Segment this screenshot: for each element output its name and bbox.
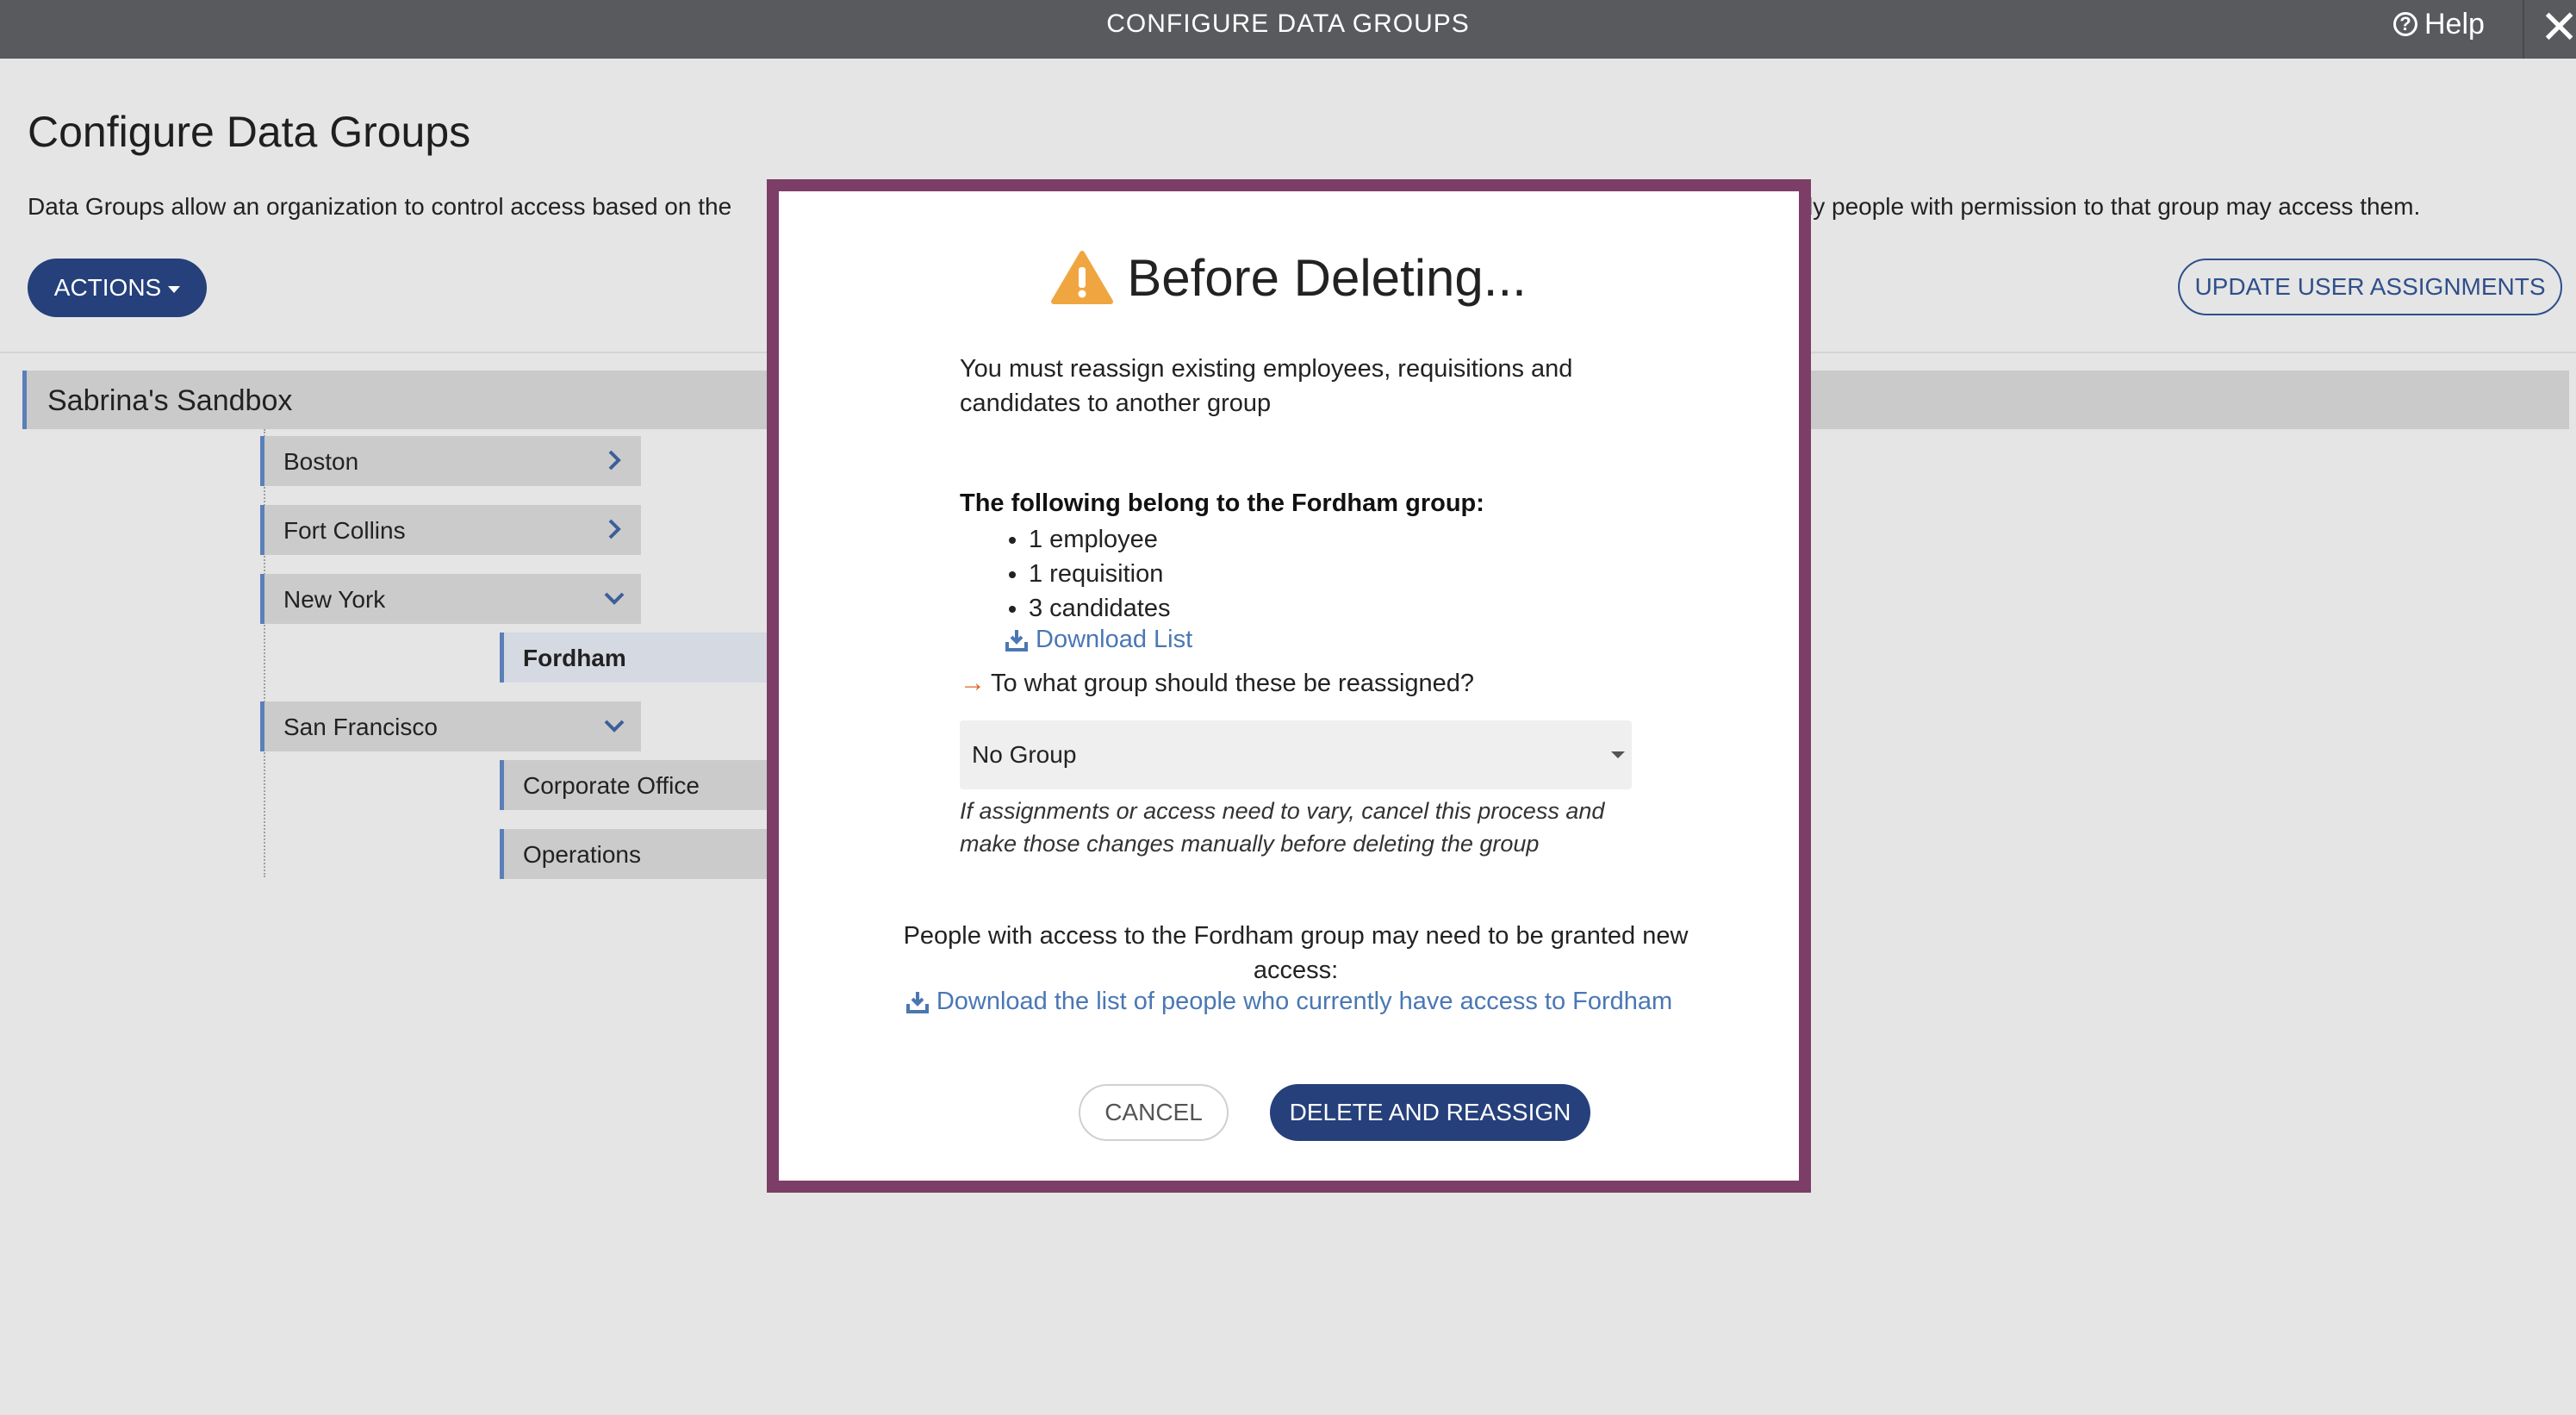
tree-node-san-francisco[interactable]: San Francisco — [260, 701, 641, 751]
chevron-down-icon[interactable] — [601, 710, 627, 741]
dropdown-caret-icon — [1611, 751, 1625, 758]
tree-node-operations[interactable]: Operations — [500, 829, 775, 879]
caret-down-icon — [168, 286, 181, 293]
page-title: Configure Data Groups — [28, 108, 471, 156]
delete-and-reassign-button[interactable]: DELETE AND REASSIGN — [1270, 1084, 1590, 1141]
chevron-down-icon[interactable] — [601, 583, 627, 614]
tree-node-boston[interactable]: Boston — [260, 436, 641, 486]
tree-node-label: Fort Collins — [283, 517, 406, 544]
intro-text-end: ly people with permission to that group … — [1808, 193, 2421, 220]
tree-node-label: Boston — [283, 448, 359, 475]
delete-dialog: Before Deleting... You must reassign exi… — [767, 179, 1811, 1193]
tree-node-label: New York — [283, 586, 386, 613]
group-select-value: No Group — [972, 741, 1077, 768]
download-icon — [1005, 629, 1028, 651]
topbar-divider — [2523, 0, 2524, 59]
warning-icon — [1051, 251, 1114, 304]
reassign-question: → To what group should these be reassign… — [960, 669, 1474, 698]
tree-root-label: Sabrina's Sandbox — [47, 384, 293, 417]
intro-text-start: Data Groups allow an organization to con… — [28, 193, 732, 220]
update-user-assignments-button[interactable]: UPDATE USER ASSIGNMENTS — [2178, 259, 2562, 315]
tree-node-fordham[interactable]: Fordham — [500, 633, 775, 683]
help-link[interactable]: ? Help — [2393, 7, 2485, 41]
tree-node-label: Corporate Office — [523, 772, 700, 799]
chevron-right-icon[interactable] — [601, 445, 627, 476]
tree-node-corporate-office[interactable]: Corporate Office — [500, 760, 775, 810]
tree-node-new-york[interactable]: New York — [260, 574, 641, 624]
tree-node-label: Operations — [523, 841, 641, 868]
reassign-question-text: To what group should these be reassigned… — [991, 669, 1475, 697]
download-icon — [905, 991, 929, 1013]
dialog-title: Before Deleting... — [779, 243, 1799, 312]
chevron-right-icon[interactable] — [601, 514, 627, 545]
reassign-instructions: You must reassign existing employees, re… — [960, 355, 1573, 417]
tree-connector — [264, 429, 265, 877]
download-list-link[interactable]: Download List — [1005, 626, 1192, 654]
access-notice: People with access to the Fordham group … — [903, 922, 1689, 984]
dialog-title-text: Before Deleting... — [1127, 248, 1527, 307]
group-select[interactable]: No Group — [960, 720, 1632, 789]
cancel-button[interactable]: CANCEL — [1079, 1084, 1229, 1141]
download-list-label: Download List — [1036, 626, 1193, 653]
help-label: Help — [2424, 7, 2485, 41]
download-access-label: Download the list of people who currentl… — [936, 988, 1673, 1015]
belong-heading: The following belong to the Fordham grou… — [960, 489, 1484, 517]
tree-node-label: San Francisco — [283, 714, 438, 740]
actions-label: ACTIONS — [53, 274, 162, 301]
window-title: CONFIGURE DATA GROUPS — [1106, 9, 1470, 38]
download-access-link[interactable]: Download the list of people who currentl… — [779, 988, 1799, 1021]
manual-change-note: If assignments or access need to vary, c… — [960, 798, 1605, 857]
tree-node-fort-collins[interactable]: Fort Collins — [260, 505, 641, 555]
list-item: 1 employee — [1029, 522, 1170, 557]
tree-node-label: Fordham — [523, 645, 626, 671]
close-icon[interactable]: ✕ — [2540, 3, 2576, 52]
belong-list: 1 employee 1 requisition 3 candidates — [994, 522, 1170, 626]
top-bar: CONFIGURE DATA GROUPS ? Help ✕ — [0, 0, 2576, 59]
arrow-right-icon: → — [960, 669, 986, 697]
question-circle-icon: ? — [2393, 12, 2417, 36]
actions-button[interactable]: ACTIONS — [28, 259, 207, 317]
list-item: 1 requisition — [1029, 557, 1170, 591]
list-item: 3 candidates — [1029, 591, 1170, 626]
